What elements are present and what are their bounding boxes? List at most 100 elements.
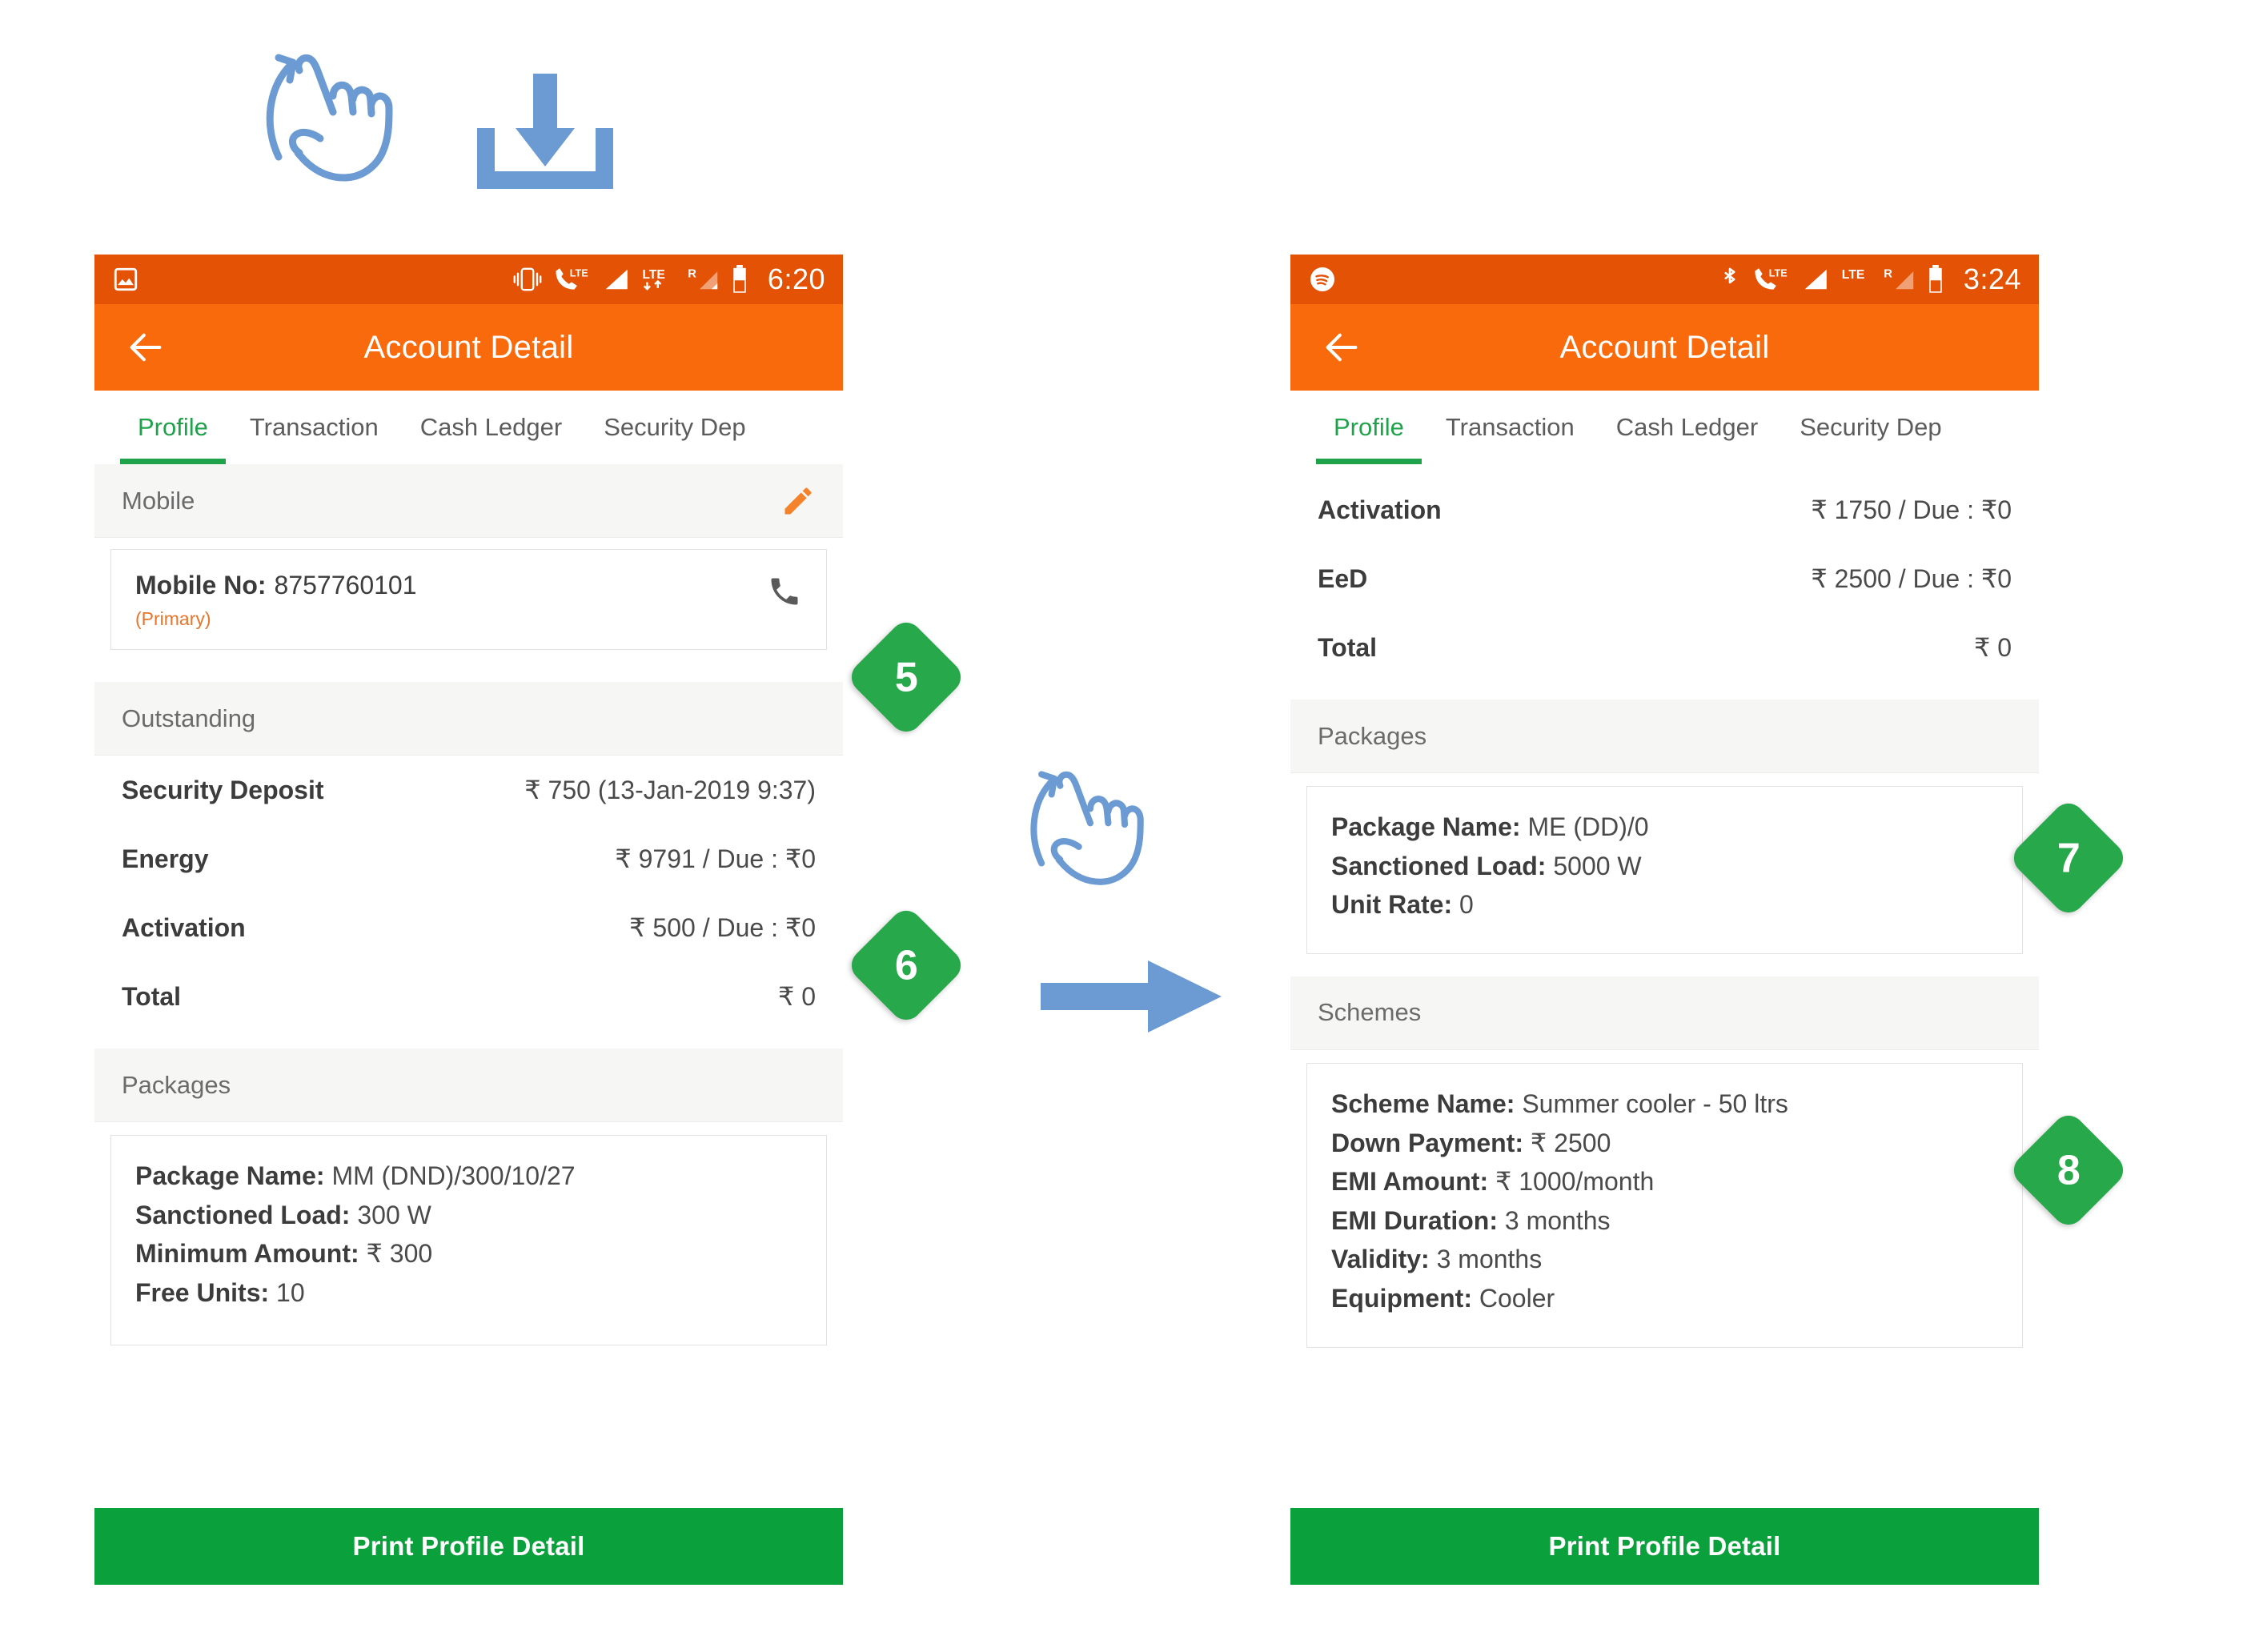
outstanding-list: Activation ₹ 1750 / Due : ₹0 EeD ₹ 2500 …	[1290, 464, 2039, 682]
packages-section-header: Packages	[94, 1049, 843, 1122]
screenshot-canvas: LTE LTE R 6:20 Account Detail Profile Tr…	[0, 0, 2247, 1652]
profile-content: Mobile Mobile No: 8757760101 (Primary) O…	[94, 464, 843, 1345]
detail-label: Package Name:	[135, 1161, 325, 1190]
tab-cash-ledger[interactable]: Cash Ledger	[399, 391, 584, 464]
mobile-primary-tag: (Primary)	[135, 608, 211, 629]
tab-security-deposit[interactable]: Security Dep	[583, 391, 766, 464]
detail-value: MM (DND)/300/10/27	[324, 1161, 576, 1190]
roaming-icon: R	[1884, 267, 1916, 292]
app-toolbar: Account Detail	[1290, 304, 2039, 391]
detail-line: Package Name: ME (DD)/0	[1331, 808, 1998, 847]
tab-security-deposit[interactable]: Security Dep	[1779, 391, 1962, 464]
detail-label: Package Name:	[1331, 812, 1521, 841]
print-profile-detail-button[interactable]: Print Profile Detail	[1290, 1508, 2039, 1585]
mobile-no-value: 8757760101	[274, 571, 417, 599]
detail-line: Free Units: 10	[135, 1273, 802, 1313]
lte-data-icon: LTE	[1840, 266, 1872, 293]
tab-transaction[interactable]: Transaction	[229, 391, 399, 464]
status-bar: LTE LTE R	[94, 255, 843, 304]
step-badge-number: 8	[2056, 1146, 2080, 1193]
table-row: Security Deposit ₹ 750 (13-Jan-2019 9:37…	[94, 756, 843, 824]
bluetooth-icon	[1719, 266, 1741, 293]
detail-line: Sanctioned Load: 300 W	[135, 1196, 802, 1235]
detail-value: 3 months	[1429, 1245, 1543, 1274]
detail-value: ₹ 2500	[1523, 1128, 1611, 1157]
phone-icon[interactable]	[767, 574, 802, 609]
tab-profile[interactable]: Profile	[117, 391, 229, 464]
row-key: Activation	[1318, 495, 1442, 524]
detail-value: ₹ 300	[359, 1239, 433, 1269]
back-arrow-icon[interactable]	[1321, 327, 1362, 368]
status-time: 3:24	[1963, 263, 2021, 295]
table-row: Activation ₹ 500 / Due : ₹0	[94, 893, 843, 962]
detail-value: 5000 W	[1546, 851, 1642, 880]
package-card: Package Name: MM (DND)/300/10/27 Sanctio…	[110, 1135, 827, 1345]
row-key: Security Deposit	[122, 775, 324, 804]
detail-value: 3 months	[1497, 1205, 1611, 1235]
mobile-card: Mobile No: 8757760101 (Primary)	[110, 549, 827, 650]
svg-text:LTE: LTE	[570, 268, 588, 279]
detail-label: EMI Duration:	[1331, 1205, 1498, 1235]
detail-value: 10	[269, 1277, 305, 1307]
row-key: Total	[122, 981, 182, 1011]
mobile-section-header: Mobile	[94, 464, 843, 538]
page-title: Account Detail	[363, 329, 574, 365]
mobile-no-label: Mobile No:	[135, 571, 267, 599]
swipe-up-hand-icon	[1030, 771, 1144, 885]
detail-label: EMI Amount:	[1331, 1167, 1489, 1197]
signal-icon	[1800, 267, 1829, 292]
status-time: 6:20	[767, 263, 825, 295]
table-row: Energy ₹ 9791 / Due : ₹0	[94, 824, 843, 893]
detail-line: Minimum Amount: ₹ 300	[135, 1234, 802, 1273]
pencil-icon[interactable]	[780, 483, 816, 519]
detail-value: Cooler	[1471, 1284, 1555, 1313]
tab-transaction[interactable]: Transaction	[1425, 391, 1595, 464]
detail-line: Equipment: Cooler	[1331, 1279, 1998, 1318]
photo-icon	[112, 266, 139, 293]
detail-label: Validity:	[1331, 1245, 1430, 1274]
row-key: Total	[1318, 632, 1378, 662]
battery-icon	[731, 265, 748, 294]
right-arrow-icon	[1041, 960, 1222, 1032]
detail-value: Summer cooler - 50 ltrs	[1515, 1089, 1788, 1118]
table-row: Total ₹ 0	[1290, 613, 2039, 682]
step-badge-number: 5	[894, 653, 918, 700]
outstanding-section-header: Outstanding	[94, 682, 843, 756]
schemes-section-header: Schemes	[1290, 976, 2039, 1050]
tab-cash-ledger[interactable]: Cash Ledger	[1595, 391, 1780, 464]
detail-line: Down Payment: ₹ 2500	[1331, 1124, 1998, 1163]
print-profile-detail-button[interactable]: Print Profile Detail	[94, 1508, 843, 1585]
detail-line: Package Name: MM (DND)/300/10/27	[135, 1157, 802, 1196]
row-value: ₹ 2500 / Due : ₹0	[1811, 564, 2012, 593]
package-card: Package Name: ME (DD)/0 Sanctioned Load:…	[1306, 786, 2023, 954]
row-value: ₹ 0	[777, 982, 816, 1011]
svg-text:R: R	[688, 268, 696, 281]
detail-value: ₹ 1000/month	[1488, 1167, 1655, 1197]
step-badge-number: 6	[894, 941, 918, 988]
detail-line: Scheme Name: Summer cooler - 50 ltrs	[1331, 1085, 1998, 1124]
step-badge-5: 5	[845, 615, 968, 739]
download-icon	[477, 74, 613, 189]
detail-label: Free Units:	[135, 1277, 270, 1307]
detail-label: Sanctioned Load:	[1331, 851, 1547, 880]
spotify-icon	[1308, 265, 1337, 294]
detail-label: Scheme Name:	[1331, 1089, 1515, 1118]
detail-line: Sanctioned Load: 5000 W	[1331, 847, 1998, 886]
detail-label: Unit Rate:	[1331, 890, 1453, 920]
tab-profile[interactable]: Profile	[1313, 391, 1425, 464]
packages-section-header: Packages	[1290, 700, 2039, 773]
row-key: Energy	[122, 844, 209, 873]
battery-icon	[1927, 265, 1944, 294]
table-row: EeD ₹ 2500 / Due : ₹0	[1290, 544, 2039, 613]
tab-bar: Profile Transaction Cash Ledger Security…	[94, 391, 843, 464]
svg-text:LTE: LTE	[642, 268, 665, 282]
packages-section-title: Packages	[122, 1070, 231, 1099]
detail-line: EMI Duration: 3 months	[1331, 1201, 1998, 1241]
table-row: Total ₹ 0	[94, 962, 843, 1031]
row-value: ₹ 9791 / Due : ₹0	[615, 844, 816, 873]
row-value: ₹ 0	[1973, 633, 2012, 662]
back-arrow-icon[interactable]	[125, 327, 167, 368]
row-key: Activation	[122, 912, 246, 942]
detail-label: Down Payment:	[1331, 1128, 1524, 1157]
detail-label: Equipment:	[1331, 1284, 1472, 1313]
